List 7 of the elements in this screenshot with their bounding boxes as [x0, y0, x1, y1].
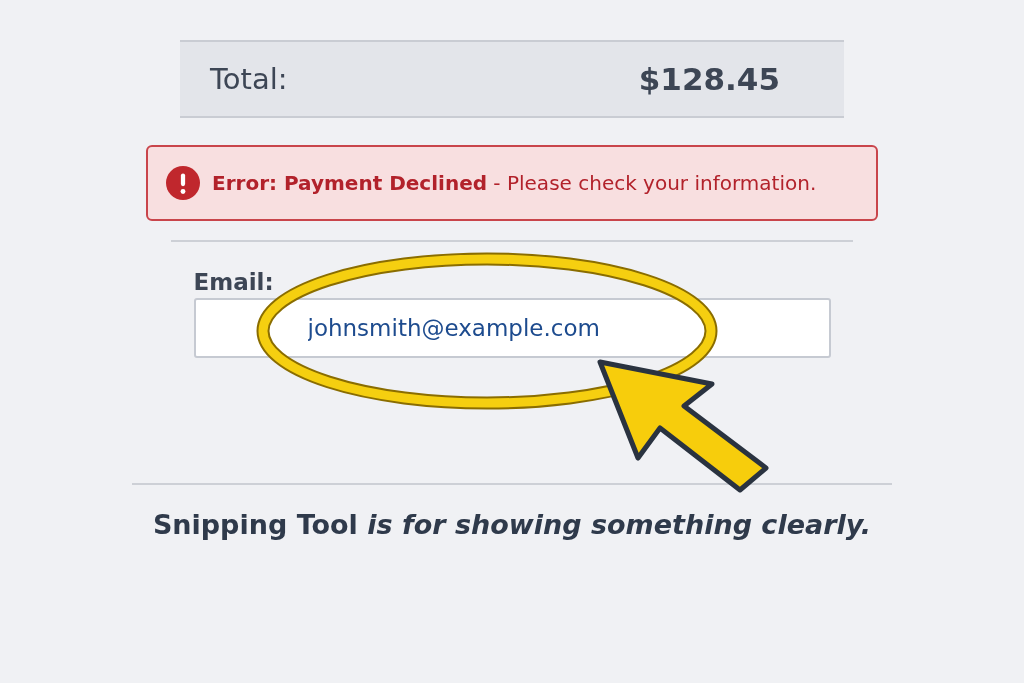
total-label: Total: [210, 62, 288, 96]
error-message: Error: Payment Declined - Please check your information. [212, 171, 817, 195]
total-amount: $128.45 [638, 61, 780, 97]
email-field[interactable]: johnsmith@example.com [193, 298, 831, 358]
email-label: Email: [193, 269, 275, 295]
error-icon [166, 166, 200, 200]
caption: Snipping Tool is for showing something clearly. [152, 509, 872, 540]
